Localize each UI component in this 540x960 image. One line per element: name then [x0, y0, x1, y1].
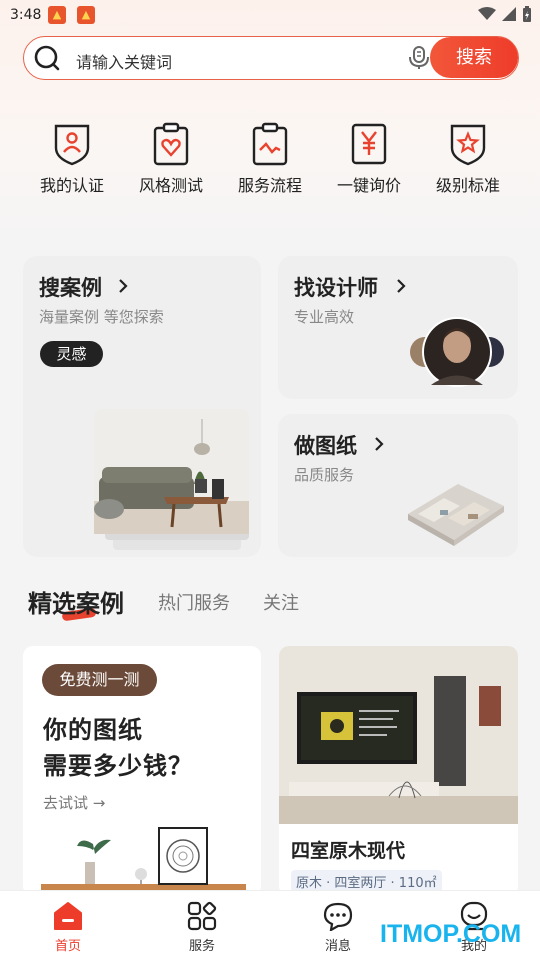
designer-avatars — [410, 317, 504, 387]
notification-app-icon: ▲ — [77, 6, 95, 24]
signal-icon — [502, 7, 516, 21]
search-icon — [34, 45, 60, 71]
status-bar: 3:48 ▲ ▲ — [0, 0, 540, 32]
card-subtitle: 专业高效 — [294, 308, 355, 326]
quick-action-service-process[interactable]: 服务流程 — [220, 122, 320, 196]
quick-action-label: 我的认证 — [39, 176, 104, 195]
card-title: 做图纸 — [294, 434, 357, 458]
promo-headline-line1: 你的图纸 — [43, 716, 143, 744]
site-watermark: ITMOP.COM — [380, 920, 522, 948]
promo-headline-line2: 需要多少钱？ — [43, 752, 193, 780]
feed-tabs: 精选案例 热门服务 关注 — [28, 584, 508, 624]
quick-action-level-standard[interactable]: 级别标准 — [418, 122, 518, 196]
search-input[interactable]: 请输入关键词 — [76, 49, 172, 73]
chevron-right-icon — [375, 437, 384, 451]
inspiration-tag[interactable]: 灵感 — [40, 341, 103, 367]
notification-app-icon: ▲ — [48, 6, 66, 24]
shield-user-icon — [54, 124, 90, 166]
chat-icon — [323, 902, 353, 931]
tab-featured-cases[interactable]: 精选案例 — [28, 584, 124, 619]
card-title: 搜案例 — [39, 276, 102, 300]
microphone-icon[interactable] — [408, 46, 430, 70]
nav-label: 首页 — [54, 939, 81, 954]
yen-document-icon — [351, 123, 387, 165]
free-test-pill: 免费测一测 — [42, 664, 157, 696]
card-title: 找设计师 — [294, 276, 378, 300]
nav-messages[interactable]: 消息 — [298, 901, 378, 954]
chevron-right-icon — [119, 279, 128, 293]
tab-following[interactable]: 关注 — [263, 589, 299, 615]
case-cover-image — [279, 646, 518, 824]
quick-action-label: 风格测试 — [138, 176, 203, 195]
decor-illustration — [41, 827, 246, 896]
home-icon — [54, 902, 82, 930]
card-subtitle: 品质服务 — [294, 466, 355, 484]
wifi-icon — [478, 7, 496, 20]
floor-plan-image — [408, 484, 504, 546]
quick-action-instant-quote[interactable]: 一键询价 — [319, 122, 419, 196]
card-subtitle: 海量案例 等您探索 — [39, 308, 164, 326]
status-time: 3:48 — [10, 7, 42, 23]
battery-icon — [523, 6, 531, 22]
quick-action-style-test[interactable]: 风格测试 — [121, 122, 221, 196]
price-test-promo-card[interactable]: 免费测一测 你的图纸 需要多少钱？ 去试试 → — [23, 646, 261, 896]
clipboard-chart-icon — [252, 122, 288, 166]
nav-services[interactable]: 服务 — [162, 901, 242, 954]
case-title: 四室原木现代 — [291, 840, 406, 862]
quick-action-label: 服务流程 — [237, 176, 302, 195]
quick-actions: 我的认证 风格测试 服务流程 一键询价 级别标准 — [0, 122, 540, 202]
find-designer-card[interactable]: 找设计师 专业高效 — [278, 256, 518, 399]
make-drawing-card[interactable]: 做图纸 品质服务 — [278, 414, 518, 557]
quick-action-label: 一键询价 — [336, 176, 401, 195]
search-button[interactable]: 搜索 — [430, 37, 518, 78]
search-cases-card[interactable]: 搜案例 海量案例 等您探索 灵感 — [23, 256, 261, 557]
grid-icon — [187, 901, 217, 931]
nav-home[interactable]: 首页 — [28, 901, 108, 954]
case-card-four-room-modern[interactable]: 四室原木现代 原木 · 四室两厅 · 110㎡ — [279, 646, 518, 896]
quick-action-label: 级别标准 — [435, 176, 500, 195]
system-icons — [478, 6, 532, 22]
try-it-link[interactable]: 去试试 → — [43, 792, 105, 813]
search-bar[interactable]: 请输入关键词 搜索 — [23, 36, 519, 80]
tab-popular-services[interactable]: 热门服务 — [158, 589, 230, 615]
living-room-image — [94, 409, 249, 534]
chevron-right-icon — [397, 279, 406, 293]
nav-label: 服务 — [188, 939, 215, 954]
clipboard-heart-icon — [153, 122, 189, 166]
shield-star-icon — [450, 124, 486, 166]
nav-label: 消息 — [324, 939, 351, 954]
quick-action-my-certification[interactable]: 我的认证 — [22, 122, 122, 196]
